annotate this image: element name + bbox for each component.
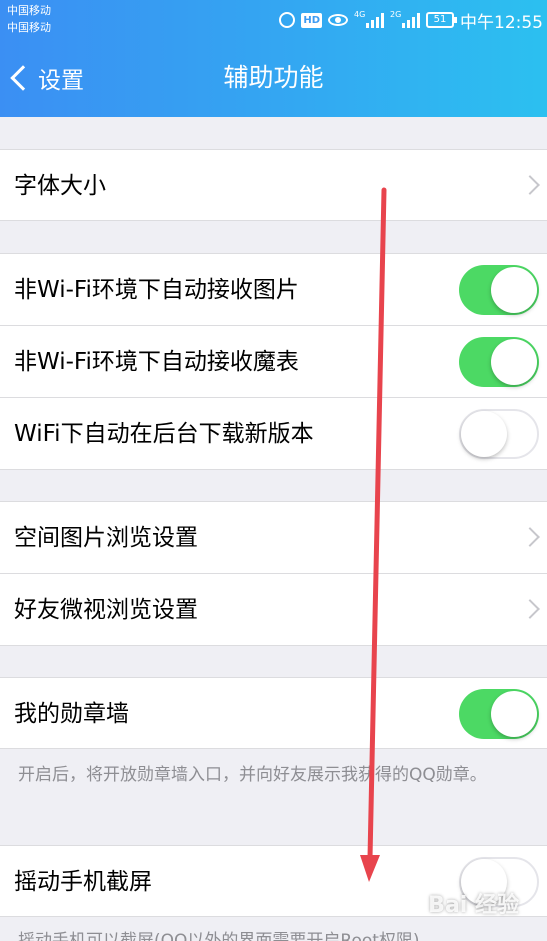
toggle-knob	[491, 691, 537, 737]
network-type-1: 4G	[354, 10, 366, 19]
battery-icon: 51	[426, 12, 457, 28]
navigation-bar: 设置 辅助功能	[0, 40, 547, 117]
settings-row-font-size[interactable]: 字体大小	[0, 149, 547, 221]
alarm-icon	[279, 11, 296, 29]
toggle-knob	[491, 339, 537, 385]
hd-icon: HD	[301, 12, 322, 28]
annotation-arrow	[360, 187, 387, 882]
settings-row-qzone-pic-browse[interactable]: 空间图片浏览设置	[0, 501, 547, 573]
row-label: WiFi下自动在后台下载新版本	[14, 421, 314, 447]
watermark: Bai 经验	[428, 893, 519, 918]
status-time: 中午12:55	[460, 12, 543, 33]
row-label: 摇动手机截屏	[14, 869, 152, 895]
toggle-knob	[491, 267, 537, 313]
toggle-knob	[461, 411, 507, 457]
row-label: 我的勋章墙	[14, 701, 129, 727]
carrier-label-1: 中国移动	[7, 4, 51, 17]
network-type-2: 2G	[390, 10, 402, 19]
chevron-right-icon	[520, 599, 540, 619]
row-label: 非Wi-Fi环境下自动接收魔表	[14, 349, 299, 375]
signal-icon-1: 4G	[354, 10, 384, 28]
row-label: 空间图片浏览设置	[14, 525, 198, 551]
shake-screenshot-note: 摇动手机可以截屏(QQ以外的界面需要开启Root权限)	[18, 931, 420, 941]
row-label: 非Wi-Fi环境下自动接收图片	[14, 277, 299, 303]
eye-icon	[328, 11, 348, 29]
signal-icon-2: 2G	[390, 10, 420, 28]
toggle-auto-recv-emoticons[interactable]	[459, 337, 539, 387]
chevron-right-icon	[520, 527, 540, 547]
header-bar: 中国移动 中国移动 HD 4G 2G 51 中午12:55 设置 辅助功能	[0, 0, 547, 117]
settings-row-wifi-bg-download: WiFi下自动在后台下载新版本	[0, 398, 547, 470]
settings-row-friend-video-browse[interactable]: 好友微视浏览设置	[0, 574, 547, 646]
chevron-right-icon	[520, 175, 540, 195]
settings-row-auto-recv-pics: 非Wi-Fi环境下自动接收图片	[0, 253, 547, 325]
settings-row-medal-wall: 我的勋章墙	[0, 677, 547, 749]
row-label: 好友微视浏览设置	[14, 597, 198, 623]
status-icons: HD 4G 2G 51 中午12:55	[279, 9, 543, 33]
toggle-medal-wall[interactable]	[459, 689, 539, 739]
toggle-wifi-bg-download[interactable]	[459, 409, 539, 459]
carrier-label-2: 中国移动	[7, 21, 51, 34]
medal-wall-note: 开启后，将开放勋章墙入口，并向好友展示我获得的QQ勋章。	[18, 765, 487, 785]
toggle-auto-recv-pics[interactable]	[459, 265, 539, 315]
settings-row-auto-recv-emoticons: 非Wi-Fi环境下自动接收魔表	[0, 326, 547, 398]
status-bar: 中国移动 中国移动 HD 4G 2G 51 中午12:55	[0, 0, 547, 40]
page-title: 辅助功能	[223, 63, 324, 92]
row-label: 字体大小	[14, 173, 106, 199]
